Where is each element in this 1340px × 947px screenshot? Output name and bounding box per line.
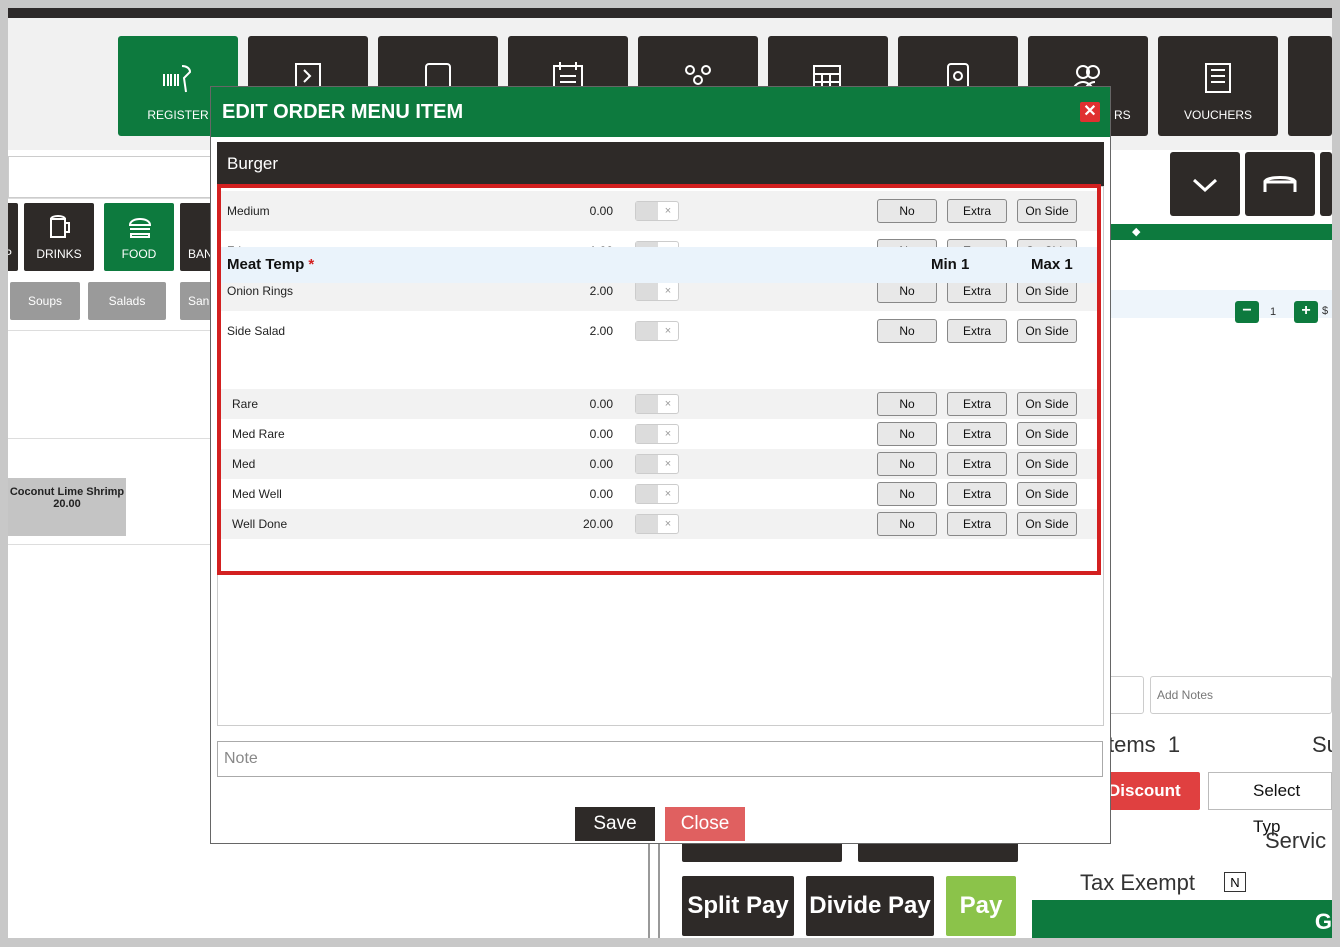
order-header-bar: ◆ [1108, 224, 1332, 240]
tax-exempt-label: Tax Exempt [1080, 870, 1195, 895]
items-label: tems 1 [1108, 732, 1180, 758]
category-food-label: FOOD [121, 247, 157, 261]
divider [8, 438, 218, 439]
pay-button[interactable]: Pay [946, 876, 1016, 936]
edit-order-item-modal: EDIT ORDER MENU ITEM ✕ Burger Medium 0.00… [210, 86, 1111, 844]
items-text: tems [1108, 732, 1156, 757]
nav-button-overflow[interactable] [1288, 36, 1332, 136]
nav-customers-label: RS [1114, 108, 1131, 122]
note-input[interactable]: Note [217, 741, 1103, 777]
category-drinks[interactable]: DRINKS [24, 203, 94, 271]
tax-exempt-checkbox[interactable]: N [1224, 872, 1246, 892]
item-name-header: Burger [217, 142, 1104, 186]
divider [8, 544, 218, 545]
discount-button[interactable]: Discount [1102, 772, 1200, 810]
tag-icon: ◆ [1132, 226, 1141, 238]
subcategory-salads[interactable]: Salads [88, 282, 166, 320]
panel-divider [648, 842, 650, 938]
modal-title: EDIT ORDER MENU ITEM [211, 87, 1110, 137]
subtotal-label: Su [1312, 732, 1332, 757]
category-drinks-label: DRINKS [36, 247, 82, 261]
table-icon [1263, 176, 1297, 192]
table-button[interactable] [1245, 152, 1315, 216]
category-partial-label: P [8, 247, 13, 261]
divider [8, 330, 218, 331]
select-type-dropdown[interactable]: Select Typ [1208, 772, 1332, 836]
items-count: 1 [1167, 732, 1181, 757]
product-tile[interactable]: Coconut Lime Shrimp 20.00 [8, 478, 126, 536]
divider [8, 198, 218, 199]
add-notes-input[interactable]: Add Notes [1150, 676, 1332, 714]
line-price: $ [1322, 305, 1329, 317]
qty-minus-button[interactable]: − [1235, 301, 1259, 323]
qty-plus-button[interactable]: + [1294, 301, 1318, 323]
qty-value: 1 [1270, 306, 1277, 318]
category-food[interactable]: FOOD [104, 203, 174, 271]
chevron-down-icon [1192, 178, 1218, 193]
product-name: Coconut Lime Shrimp [9, 486, 125, 498]
close-button[interactable]: Close [665, 807, 745, 841]
extra-button[interactable] [1320, 152, 1332, 216]
go-button[interactable]: G [1032, 900, 1332, 938]
top-bar [8, 8, 1332, 18]
barcode-scanner-icon [163, 65, 192, 93]
app-frame: REGISTER RS VOUCHERS P DRINKS FOOD BAN S… [8, 8, 1332, 938]
category-partial[interactable]: P [8, 203, 18, 271]
highlight-box [217, 184, 1101, 575]
search-field[interactable] [8, 156, 220, 198]
voucher-icon [1205, 63, 1231, 93]
nav-vouchers-button[interactable]: VOUCHERS [1158, 36, 1278, 136]
beer-mug-icon [50, 215, 70, 238]
service-label: Servic [1265, 828, 1327, 853]
burger-icon [128, 218, 152, 238]
qty-input[interactable] [1108, 676, 1144, 714]
divide-pay-button[interactable]: Divide Pay [806, 876, 934, 936]
nav-vouchers-label: VOUCHERS [1183, 108, 1252, 122]
save-button[interactable]: Save [575, 807, 655, 841]
product-price: 20.00 [53, 498, 81, 510]
split-pay-button[interactable]: Split Pay [682, 876, 794, 936]
collapse-button[interactable] [1170, 152, 1240, 216]
subcategory-soups[interactable]: Soups [10, 282, 80, 320]
panel-divider [658, 842, 660, 938]
modal-close-icon[interactable]: ✕ [1080, 102, 1100, 122]
